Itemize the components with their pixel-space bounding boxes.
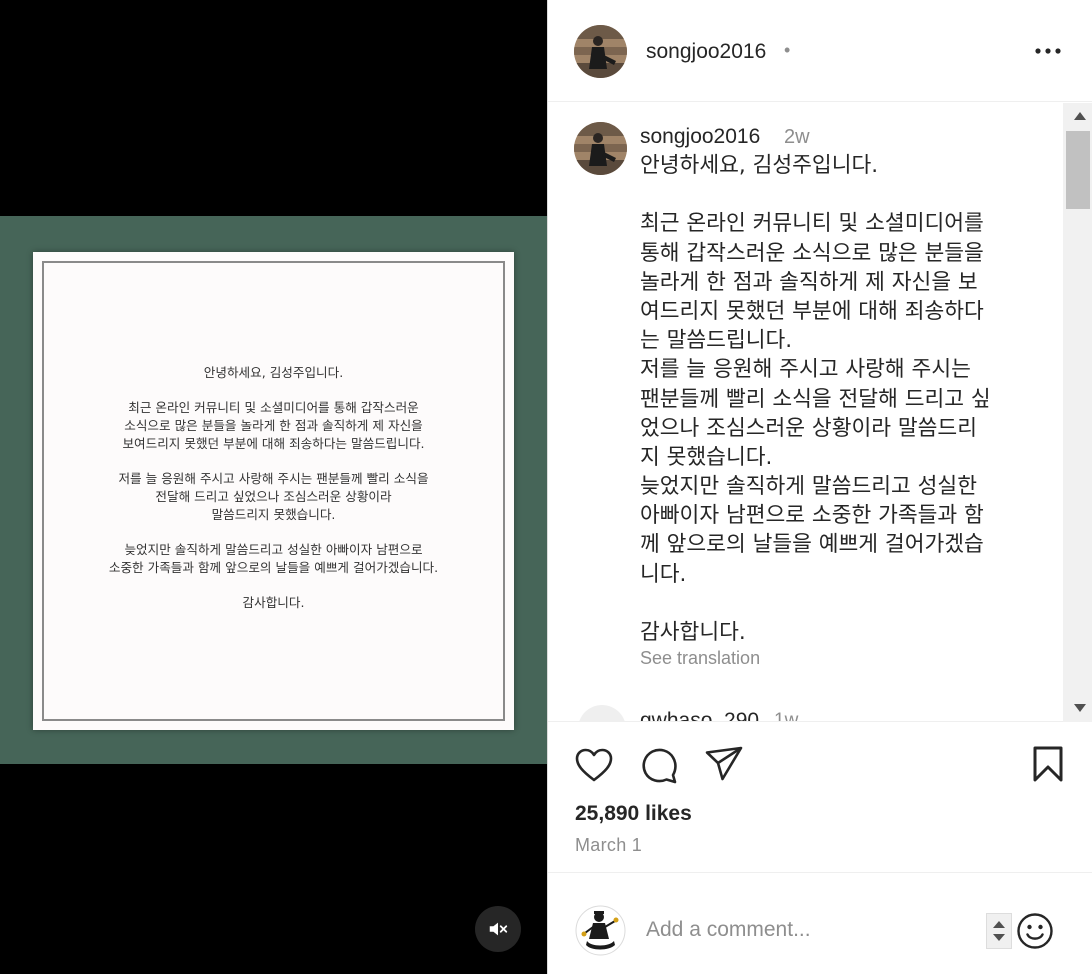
share-icon xyxy=(705,746,743,781)
save-button[interactable] xyxy=(1028,744,1068,784)
likes-count[interactable]: 25,890 likes xyxy=(575,802,692,826)
notice-paragraph: 감사합니다. xyxy=(33,594,514,612)
caption-time[interactable]: 2w xyxy=(784,126,810,149)
input-spinner[interactable] xyxy=(986,913,1012,949)
emoji-icon xyxy=(1017,913,1053,949)
comments-scrollbar[interactable] xyxy=(1063,103,1092,722)
post-header: songjoo2016 • xyxy=(548,0,1092,102)
like-button[interactable] xyxy=(574,745,614,785)
heart-icon xyxy=(575,748,613,782)
username[interactable]: songjoo2016 xyxy=(646,40,766,64)
see-translation-link[interactable]: See translation xyxy=(640,648,760,669)
post-date[interactable]: March 1 xyxy=(575,835,642,856)
separator-dot: • xyxy=(784,40,791,60)
caption-line: 놀라게 한 점과 솔직하게 제 자신을 보 xyxy=(640,269,978,295)
caption-text: 안녕하세요, 김성주입니다. 최근 온라인 커뮤니티 및 소셜미디어를통해 갑작스… xyxy=(640,151,1040,647)
comment-input[interactable] xyxy=(646,913,976,947)
caption-line: 통해 갑작스러운 소식으로 많은 분들을 xyxy=(640,240,984,266)
caption-line: 안녕하세요, 김성주입니다. xyxy=(640,153,879,178)
caption-avatar[interactable] xyxy=(574,122,627,175)
bookmark-icon xyxy=(1033,746,1063,782)
notice-line: 소식으로 많은 분들을 놀라게 한 점과 솔직하게 제 자신을 xyxy=(124,418,423,433)
caption-line: 감사합니다. xyxy=(640,620,746,645)
caption-line: 최근 온라인 커뮤니티 및 소셜미디어를 xyxy=(640,211,984,237)
post-modal: 안녕하세요, 김성주입니다. 최근 온라인 커뮤니티 및 소셜미디어를 통해 갑작… xyxy=(0,0,1092,974)
notice-line: 저를 늘 응원해 주시고 사랑해 주시는 팬분들께 빨리 소식을 xyxy=(118,471,429,486)
notice-line: 보여드리지 못했던 부분에 대해 죄송하다는 말씀드립니다. xyxy=(122,436,425,451)
post-image: 안녕하세요, 김성주입니다. 최근 온라인 커뮤니티 및 소셜미디어를 통해 갑작… xyxy=(0,216,547,764)
notice-line: 최근 온라인 커뮤니티 및 소셜미디어를 통해 갑작스러운 xyxy=(128,400,419,415)
spinner-down-icon xyxy=(993,934,1005,941)
caption-username[interactable]: songjoo2016 xyxy=(640,125,760,149)
emoji-button[interactable] xyxy=(1015,911,1055,951)
scroll-down-arrow[interactable] xyxy=(1074,704,1086,712)
add-comment-section xyxy=(548,872,1092,974)
speaker-muted-icon xyxy=(489,922,508,936)
more-options-button[interactable] xyxy=(1032,36,1064,66)
caption-line: 여드리지 못했던 부분에 대해 죄송하다 xyxy=(640,298,984,324)
caption-line: 아빠이자 남편으로 소중한 가족들과 함 xyxy=(640,503,984,529)
caption-line: 께 앞으로의 날들을 예쁘게 걸어가겠습 xyxy=(640,532,984,558)
comment-button[interactable] xyxy=(639,745,679,785)
notice-line: 안녕하세요, 김성주입니다. xyxy=(203,365,344,380)
caption-line xyxy=(640,180,1040,209)
comment-icon xyxy=(642,748,677,784)
caption-line: 팬분들께 빨리 소식을 전달해 드리고 싶 xyxy=(640,386,991,412)
notice-paragraph: 안녕하세요, 김성주입니다. xyxy=(33,364,514,382)
caption-line xyxy=(640,589,1040,618)
caption-line: 저를 늘 응원해 주시고 사랑해 주시는 xyxy=(640,357,971,383)
notice-card: 안녕하세요, 김성주입니다. 최근 온라인 커뮤니티 및 소셜미디어를 통해 갑작… xyxy=(33,252,514,730)
notice-line: 늦었지만 솔직하게 말씀드리고 성실한 아빠이자 남편으로 xyxy=(124,542,423,557)
more-options-icon xyxy=(1035,48,1061,54)
media-pane: 안녕하세요, 김성주입니다. 최근 온라인 커뮤니티 및 소셜미디어를 통해 갑작… xyxy=(0,0,547,974)
scroll-up-arrow[interactable] xyxy=(1074,112,1086,120)
my-avatar xyxy=(575,905,626,956)
notice-line: 말씀드리지 못했습니다. xyxy=(211,507,336,522)
comment-username[interactable]: gwhaso_290 xyxy=(640,709,759,721)
caption-line: 지 못했습니다. xyxy=(640,444,773,470)
share-button[interactable] xyxy=(704,744,744,784)
notice-line: 전달해 드리고 싶었으나 조심스러운 상황이라 xyxy=(155,489,392,504)
scroll-thumb[interactable] xyxy=(1066,131,1090,209)
notice-paragraph: 저를 늘 응원해 주시고 사랑해 주시는 팬분들께 빨리 소식을전달해 드리고 … xyxy=(33,470,514,524)
comment-avatar[interactable] xyxy=(578,705,626,721)
notice-paragraph: 최근 온라인 커뮤니티 및 소셜미디어를 통해 갑작스러운소식으로 많은 분들을… xyxy=(33,399,514,453)
avatar[interactable] xyxy=(574,25,627,78)
caption-line: 늦었지만 솔직하게 말씀드리고 성실한 xyxy=(640,474,977,500)
post-side-panel: songjoo2016 • songjoo2016 2w 안녕하세요, 김성주입… xyxy=(547,0,1092,974)
comments-list: songjoo2016 2w 안녕하세요, 김성주입니다. 최근 온라인 커뮤니티… xyxy=(548,103,1092,722)
notice-text: 안녕하세요, 김성주입니다. 최근 온라인 커뮤니티 및 소셜미디어를 통해 갑작… xyxy=(33,364,514,629)
notice-paragraph: 늦었지만 솔직하게 말씀드리고 성실한 아빠이자 남편으로소중한 가족들과 함께… xyxy=(33,541,514,577)
mute-button[interactable] xyxy=(475,906,521,952)
post-actions: 25,890 likes March 1 xyxy=(548,722,1092,872)
spinner-up-icon xyxy=(993,921,1005,928)
caption-line: 었으나 조심스러운 상황이라 말씀드리 xyxy=(640,415,977,441)
notice-line: 감사합니다. xyxy=(242,595,305,610)
comment-time[interactable]: 1w xyxy=(774,710,798,721)
caption-line: 는 말씀드립니다. xyxy=(640,328,793,354)
notice-line: 소중한 가족들과 함께 앞으로의 날들을 예쁘게 걸어가겠습니다. xyxy=(108,560,439,575)
caption-line: 니다. xyxy=(640,561,687,587)
